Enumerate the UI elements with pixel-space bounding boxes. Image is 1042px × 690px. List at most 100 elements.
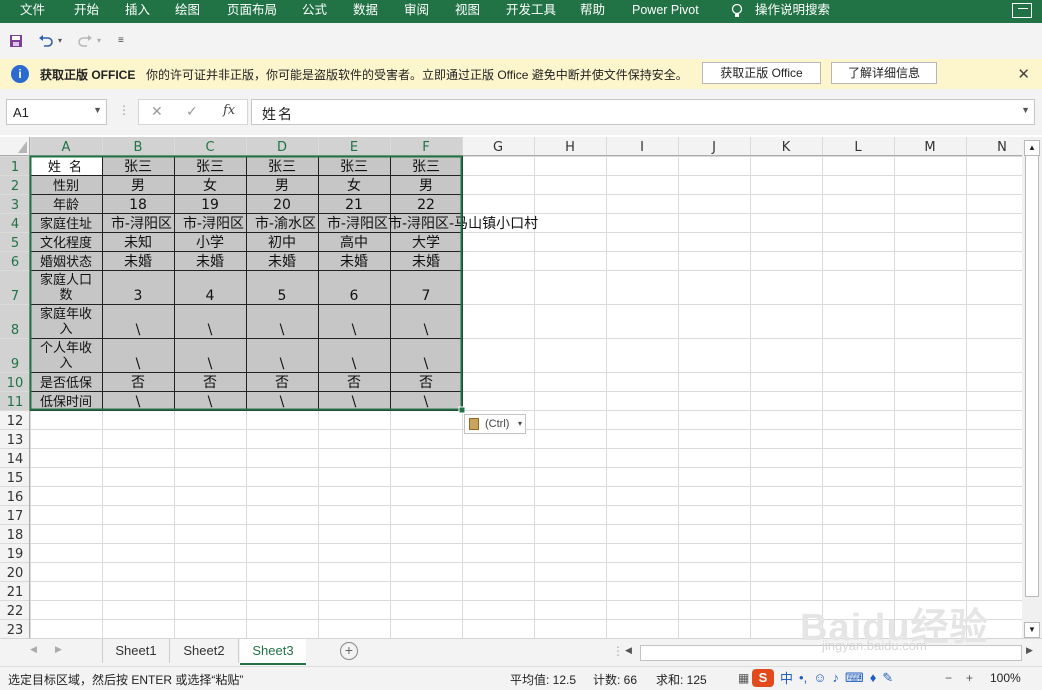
- get-genuine-office-button[interactable]: 获取正版 Office: [702, 62, 821, 84]
- row-header-13[interactable]: 13: [7, 433, 24, 448]
- name-box[interactable]: A1 ▼: [6, 99, 107, 125]
- vertical-scrollbar[interactable]: ▲ ▼: [1022, 137, 1042, 638]
- data-cell[interactable]: 3: [134, 288, 143, 304]
- scroll-up-icon[interactable]: ▲: [1024, 140, 1040, 156]
- shirt-icon[interactable]: ♦: [870, 670, 877, 685]
- data-cell[interactable]: 否: [347, 375, 361, 391]
- emoji-icon[interactable]: ☺: [813, 670, 826, 685]
- cell-address[interactable]: 市-浔阳区: [327, 215, 388, 232]
- column-header-d[interactable]: D: [277, 140, 287, 155]
- tab-view[interactable]: 视图: [455, 0, 480, 23]
- close-icon[interactable]: ✕: [1017, 65, 1030, 83]
- data-cell[interactable]: \: [352, 394, 357, 410]
- row-header-1[interactable]: 1: [11, 160, 19, 175]
- row-header-2[interactable]: 2: [11, 179, 19, 194]
- data-cell[interactable]: 19: [201, 197, 219, 213]
- spreadsheet-grid[interactable]: A B C D E F G H I J K L M N 1 2 3 4 5 6 7 8 9 10 11 12 13 14 15 16 17 1…: [0, 137, 1022, 638]
- scroll-right-icon[interactable]: ▶: [1026, 645, 1033, 656]
- column-header-n[interactable]: N: [997, 140, 1007, 155]
- data-cell[interactable]: 未婚: [412, 254, 440, 270]
- row-label-cell[interactable]: 姓 名: [48, 159, 84, 175]
- microphone-icon[interactable]: ♪: [832, 670, 839, 685]
- expand-formula-icon[interactable]: ▼: [1021, 105, 1030, 115]
- chinese-mode-icon[interactable]: 中: [780, 668, 793, 687]
- row-header-23[interactable]: 23: [7, 623, 24, 638]
- tab-insert[interactable]: 插入: [125, 0, 150, 23]
- data-cell[interactable]: 未婚: [340, 254, 368, 270]
- redo-dropdown-icon[interactable]: ▾: [97, 31, 101, 51]
- row-header-18[interactable]: 18: [7, 528, 24, 543]
- data-cell[interactable]: \: [136, 394, 141, 410]
- tab-page-layout[interactable]: 页面布局: [227, 0, 277, 23]
- data-cell[interactable]: 否: [275, 375, 289, 391]
- data-cell[interactable]: \: [280, 356, 285, 372]
- row-label-cell[interactable]: 是否低保: [40, 376, 92, 391]
- row-header-7[interactable]: 7: [11, 289, 19, 304]
- data-cell[interactable]: 7: [422, 288, 431, 304]
- formula-input[interactable]: 姓名 ▼: [251, 99, 1035, 125]
- data-cell[interactable]: 4: [206, 288, 215, 304]
- data-cell[interactable]: 张三: [124, 159, 152, 175]
- tab-split-grip-icon[interactable]: ⋮: [612, 644, 624, 658]
- data-cell[interactable]: 21: [345, 197, 363, 213]
- cell-address[interactable]: 市-渝水区: [255, 215, 316, 232]
- punctuation-icon[interactable]: •,: [799, 670, 807, 685]
- scroll-left-icon[interactable]: ◀: [625, 645, 632, 656]
- data-cell[interactable]: 未知: [124, 234, 152, 251]
- data-cell[interactable]: 初中: [268, 234, 296, 251]
- data-cell[interactable]: 6: [350, 288, 359, 304]
- row-header-10[interactable]: 10: [7, 376, 24, 391]
- enter-icon[interactable]: ✓: [186, 103, 198, 120]
- row-header-9[interactable]: 9: [11, 357, 19, 372]
- column-header-k[interactable]: K: [782, 140, 791, 155]
- column-header-i[interactable]: I: [640, 140, 644, 155]
- row-header-17[interactable]: 17: [7, 509, 24, 524]
- cells-canvas[interactable]: A B C D E F G H I J K L M N12345678910111213141516171…: [0, 137, 1022, 638]
- paste-options-button[interactable]: (Ctrl) ▾: [464, 414, 526, 434]
- data-cell[interactable]: \: [424, 322, 429, 338]
- data-cell[interactable]: \: [424, 356, 429, 372]
- redo-icon[interactable]: [77, 31, 93, 51]
- row-label-cell[interactable]: 家庭住址: [40, 216, 92, 232]
- data-cell[interactable]: \: [136, 322, 141, 338]
- row-header-12[interactable]: 12: [7, 414, 24, 429]
- tab-data[interactable]: 数据: [353, 0, 378, 23]
- data-cell[interactable]: \: [136, 356, 141, 372]
- fill-handle[interactable]: [458, 406, 466, 414]
- row-label-cell[interactable]: 低保时间: [40, 395, 92, 410]
- sogou-logo-icon[interactable]: S: [752, 668, 774, 687]
- column-header-b[interactable]: B: [134, 140, 143, 155]
- next-sheet-icon[interactable]: ▶: [55, 644, 62, 655]
- row-header-14[interactable]: 14: [7, 452, 24, 467]
- data-cell[interactable]: 否: [419, 375, 433, 391]
- insert-function-button[interactable]: fx: [223, 103, 235, 118]
- tab-power-pivot[interactable]: Power Pivot: [632, 0, 699, 23]
- ribbon-display-options-icon[interactable]: [1012, 3, 1032, 18]
- column-header-e[interactable]: E: [350, 140, 358, 155]
- data-cell[interactable]: 女: [203, 177, 217, 194]
- data-cell[interactable]: \: [352, 356, 357, 372]
- data-cell[interactable]: 未婚: [124, 254, 152, 270]
- data-cell[interactable]: 20: [273, 197, 291, 213]
- column-header-j[interactable]: J: [711, 140, 716, 155]
- save-icon[interactable]: [9, 31, 23, 51]
- data-cell[interactable]: 女: [347, 177, 361, 194]
- tab-help[interactable]: 帮助: [580, 0, 605, 23]
- column-header-h[interactable]: H: [565, 140, 575, 155]
- row-header-11[interactable]: 11: [7, 395, 24, 410]
- data-cell[interactable]: 男: [419, 178, 433, 194]
- data-cell[interactable]: 张三: [268, 159, 296, 175]
- cell-address[interactable]: 市-浔阳区: [183, 215, 244, 232]
- cell-address[interactable]: 市-浔阳区: [111, 215, 172, 232]
- data-cell[interactable]: \: [280, 322, 285, 338]
- row-label-cell[interactable]: 年龄: [53, 198, 79, 213]
- cell-address[interactable]: 市-浔阳区-马山镇小口村: [388, 215, 538, 232]
- learn-more-button[interactable]: 了解详细信息: [831, 62, 937, 84]
- data-cell[interactable]: \: [280, 394, 285, 410]
- column-header-l[interactable]: L: [854, 140, 862, 155]
- row-label-cell[interactable]: 文化程度: [40, 235, 92, 251]
- data-cell[interactable]: 5: [278, 288, 287, 304]
- row-label-cell[interactable]: 性别: [53, 179, 79, 194]
- data-cell[interactable]: 男: [275, 178, 289, 194]
- column-header-m[interactable]: M: [924, 140, 935, 155]
